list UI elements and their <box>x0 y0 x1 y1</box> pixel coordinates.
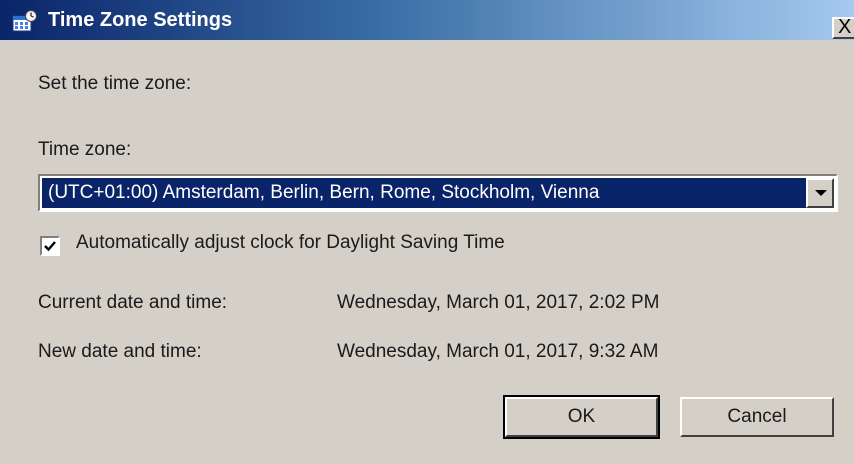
time-zone-settings-dialog: Time Zone Settings X Set the time zone: … <box>0 0 854 464</box>
time-zone-dropdown[interactable]: (UTC+01:00) Amsterdam, Berlin, Bern, Rom… <box>38 174 838 212</box>
dst-checkbox[interactable] <box>40 236 60 256</box>
set-time-zone-prompt: Set the time zone: <box>38 73 192 94</box>
dialog-title: Time Zone Settings <box>48 9 233 31</box>
chevron-down-icon[interactable] <box>806 178 834 208</box>
dst-checkbox-label[interactable]: Automatically adjust clock for Daylight … <box>76 232 505 254</box>
title-bar[interactable]: Time Zone Settings X <box>0 0 854 40</box>
clock-calendar-icon <box>12 10 38 32</box>
cancel-button[interactable]: Cancel <box>680 397 834 437</box>
close-button[interactable]: X <box>832 17 854 39</box>
time-zone-label: Time zone: <box>38 139 132 160</box>
time-zone-selected-value[interactable]: (UTC+01:00) Amsterdam, Berlin, Bern, Rom… <box>42 178 806 208</box>
checkmark-icon <box>44 241 56 252</box>
ok-button[interactable]: OK <box>503 395 660 439</box>
new-date-time-value: Wednesday, March 01, 2017, 9:32 AM <box>337 341 659 362</box>
new-date-time-label: New date and time: <box>38 341 202 362</box>
current-date-time-label: Current date and time: <box>38 292 228 313</box>
current-date-time-value: Wednesday, March 01, 2017, 2:02 PM <box>337 292 660 313</box>
